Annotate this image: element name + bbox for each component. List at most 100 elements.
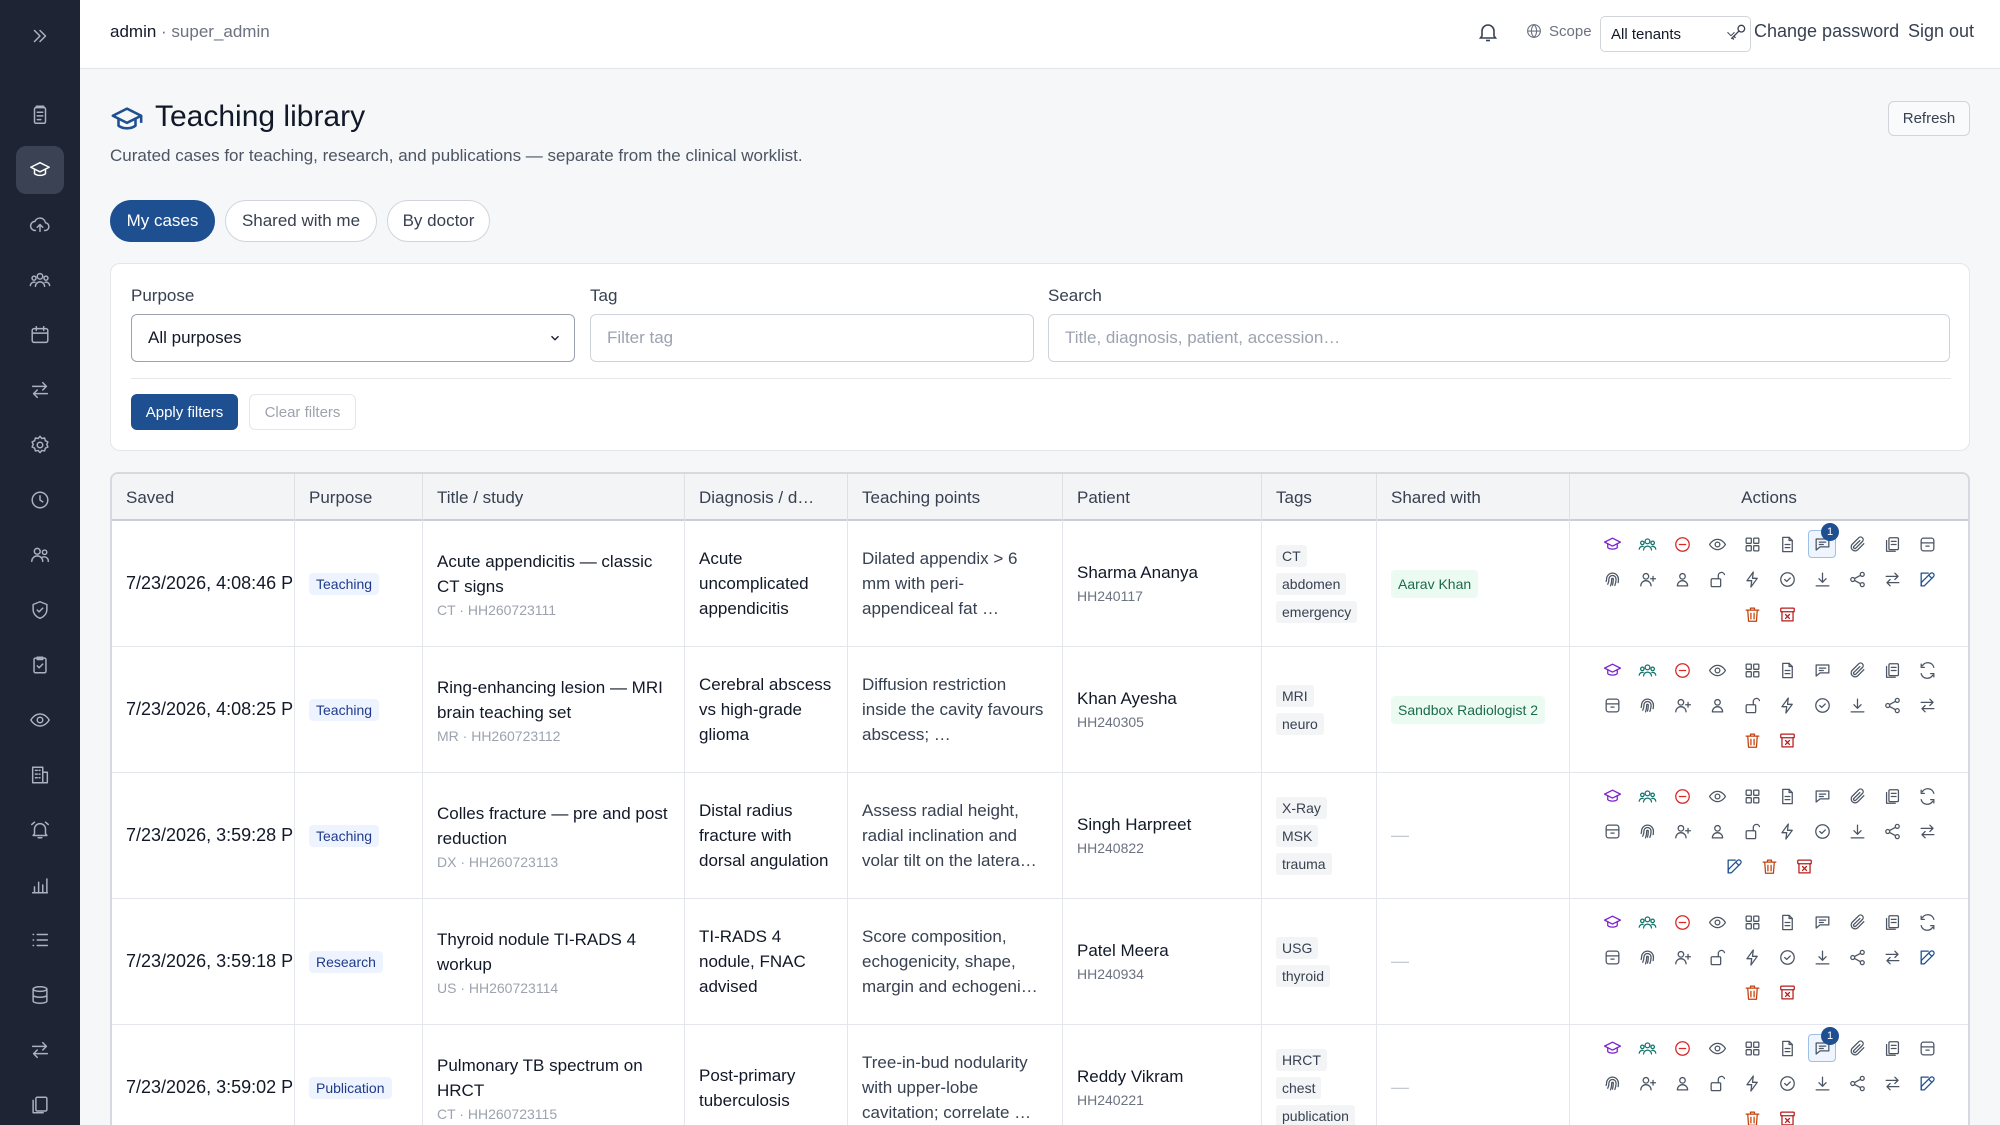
report-icon[interactable] xyxy=(1773,530,1801,558)
sync-icon[interactable] xyxy=(1913,908,1941,936)
col-title[interactable]: Title / study xyxy=(423,474,685,521)
trash-icon[interactable] xyxy=(1738,1104,1766,1125)
archive-delete-icon[interactable] xyxy=(1773,978,1801,1006)
archive-icon[interactable] xyxy=(1913,1034,1941,1062)
share-icon[interactable] xyxy=(1843,1069,1871,1097)
check-icon[interactable] xyxy=(1773,943,1801,971)
list-icon[interactable] xyxy=(16,916,64,964)
report-icon[interactable] xyxy=(1773,656,1801,684)
archive-delete-icon[interactable] xyxy=(1791,852,1819,880)
flash-icon[interactable] xyxy=(1773,817,1801,845)
refresh-button[interactable]: Refresh xyxy=(1888,101,1970,136)
archive-icon[interactable] xyxy=(1598,817,1626,845)
attach-icon[interactable] xyxy=(1843,1034,1871,1062)
tag-chip[interactable]: thyroid xyxy=(1276,964,1331,987)
tag-filter-input[interactable]: Filter tag xyxy=(590,314,1034,362)
transfer-icon[interactable] xyxy=(1878,943,1906,971)
reports-icon[interactable] xyxy=(16,91,64,139)
report-icon[interactable] xyxy=(1773,1034,1801,1062)
edit-icon[interactable] xyxy=(1721,852,1749,880)
flash-icon[interactable] xyxy=(1738,565,1766,593)
unlock-icon[interactable] xyxy=(1738,691,1766,719)
teaching-icon[interactable] xyxy=(1598,530,1626,558)
case-title[interactable]: Acute appendicitis — classic CT signs xyxy=(437,549,670,599)
tag-chip[interactable]: publication xyxy=(1276,1104,1355,1125)
files-icon[interactable] xyxy=(16,1081,64,1125)
groups-icon[interactable] xyxy=(16,256,64,304)
teaching-icon[interactable] xyxy=(1598,908,1626,936)
transfer-icon[interactable] xyxy=(1913,691,1941,719)
tab-my-cases[interactable]: My cases xyxy=(110,200,215,242)
view-icon[interactable] xyxy=(1703,1034,1731,1062)
view-icon[interactable] xyxy=(1703,656,1731,684)
database-icon[interactable] xyxy=(16,971,64,1019)
comments-icon[interactable]: 1 xyxy=(1808,523,1839,558)
share-icon[interactable] xyxy=(1843,565,1871,593)
archive-icon[interactable] xyxy=(1913,530,1941,558)
archive-icon[interactable] xyxy=(1598,943,1626,971)
fingerprint-icon[interactable] xyxy=(1598,1069,1626,1097)
transfer-icon[interactable] xyxy=(1913,817,1941,845)
edit-icon[interactable] xyxy=(1913,943,1941,971)
col-tags[interactable]: Tags xyxy=(1262,474,1377,521)
comments-icon[interactable] xyxy=(1808,908,1836,936)
col-saved[interactable]: Saved xyxy=(112,474,295,521)
tab-shared-with-me[interactable]: Shared with me xyxy=(225,200,377,242)
col-shared-with[interactable]: Shared with xyxy=(1377,474,1570,521)
tag-chip[interactable]: X-Ray xyxy=(1276,796,1327,819)
remove-icon[interactable] xyxy=(1668,1034,1696,1062)
clipboard-check-icon[interactable] xyxy=(16,641,64,689)
edit-icon[interactable] xyxy=(1913,565,1941,593)
transfer-icon[interactable] xyxy=(16,366,64,414)
grid-icon[interactable] xyxy=(1738,530,1766,558)
groups-icon[interactable] xyxy=(1633,908,1661,936)
calendar-icon[interactable] xyxy=(16,311,64,359)
fingerprint-icon[interactable] xyxy=(1598,565,1626,593)
person-icon[interactable] xyxy=(1703,691,1731,719)
copy-icon[interactable] xyxy=(1878,656,1906,684)
download-icon[interactable] xyxy=(1843,817,1871,845)
flash-icon[interactable] xyxy=(1738,1069,1766,1097)
archive-icon[interactable] xyxy=(1598,691,1626,719)
unlock-icon[interactable] xyxy=(1703,565,1731,593)
edit-icon[interactable] xyxy=(1913,1069,1941,1097)
col-purpose[interactable]: Purpose xyxy=(295,474,423,521)
check-icon[interactable] xyxy=(1808,691,1836,719)
remove-icon[interactable] xyxy=(1668,782,1696,810)
tag-chip[interactable]: USG xyxy=(1276,936,1319,959)
unlock-icon[interactable] xyxy=(1703,1069,1731,1097)
groups-icon[interactable] xyxy=(1633,530,1661,558)
col-teaching-points[interactable]: Teaching points xyxy=(848,474,1063,521)
col-patient[interactable]: Patient xyxy=(1063,474,1262,521)
report-icon[interactable] xyxy=(1773,782,1801,810)
share-icon[interactable] xyxy=(1843,943,1871,971)
comments-icon[interactable] xyxy=(1808,656,1836,684)
download-icon[interactable] xyxy=(1843,691,1871,719)
copy-icon[interactable] xyxy=(1878,1034,1906,1062)
comments-icon[interactable] xyxy=(1808,782,1836,810)
flash-icon[interactable] xyxy=(1773,691,1801,719)
tag-chip[interactable]: chest xyxy=(1276,1076,1322,1099)
grid-icon[interactable] xyxy=(1738,656,1766,684)
archive-delete-icon[interactable] xyxy=(1773,600,1801,628)
case-title[interactable]: Pulmonary TB spectrum on HRCT xyxy=(437,1053,670,1103)
check-icon[interactable] xyxy=(1808,817,1836,845)
apply-filters-button[interactable]: Apply filters xyxy=(131,394,238,430)
person-icon[interactable] xyxy=(1668,1069,1696,1097)
tag-chip[interactable]: MRI xyxy=(1276,684,1314,707)
case-title[interactable]: Colles fracture — pre and post reduction xyxy=(437,801,670,851)
groups-icon[interactable] xyxy=(1633,1034,1661,1062)
purpose-select[interactable]: All purposes xyxy=(131,314,575,362)
settings-icon[interactable] xyxy=(16,421,64,469)
attach-icon[interactable] xyxy=(1843,782,1871,810)
check-icon[interactable] xyxy=(1773,565,1801,593)
teaching-icon[interactable] xyxy=(1598,782,1626,810)
teaching-icon[interactable] xyxy=(16,146,64,194)
remove-icon[interactable] xyxy=(1668,908,1696,936)
groups-icon[interactable] xyxy=(1633,656,1661,684)
grid-icon[interactable] xyxy=(1738,782,1766,810)
upload-cloud-icon[interactable] xyxy=(16,201,64,249)
add-user-icon[interactable] xyxy=(1668,691,1696,719)
fingerprint-icon[interactable] xyxy=(1633,817,1661,845)
col-diagnosis[interactable]: Diagnosis / d… xyxy=(685,474,848,521)
